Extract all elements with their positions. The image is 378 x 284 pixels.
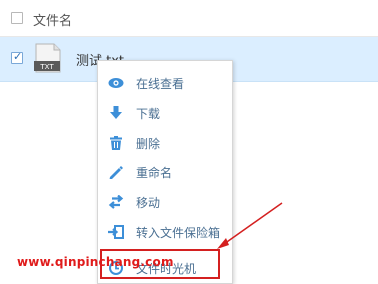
watermark-text: www.qinpinchang.com [17,255,174,269]
annotation-arrow [217,202,283,249]
